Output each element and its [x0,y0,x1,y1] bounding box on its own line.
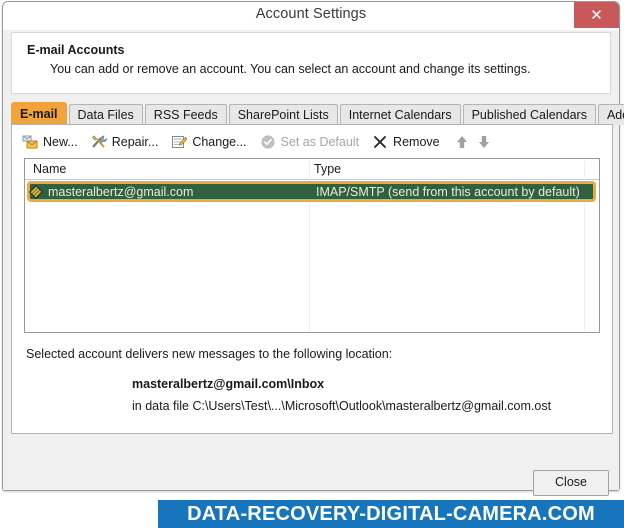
remove-account-label: Remove [393,134,440,149]
tab-internet-calendars[interactable]: Internet Calendars [339,104,461,125]
tab-rss-feeds[interactable]: RSS Feeds [144,104,227,125]
tab-sharepoint-lists[interactable]: SharePoint Lists [228,104,338,125]
column-header-type[interactable]: Type [314,162,341,176]
change-account-button[interactable]: Change... [171,134,247,150]
remove-account-button[interactable]: Remove [372,134,440,150]
header-title: E-mail Accounts [27,43,125,57]
check-circle-icon [260,134,276,150]
tab-data-files[interactable]: Data Files [68,104,143,125]
account-diamond-icon [28,184,44,199]
column-header-divider[interactable] [584,161,585,177]
account-type-cell: IMAP/SMTP (send from this account by def… [316,184,580,199]
close-button[interactable]: Close [533,470,609,496]
list-header-row: Name Type [25,159,599,180]
tab-address-books[interactable]: Address Books [597,104,624,125]
tab-published-calendars[interactable]: Published Calendars [462,104,596,125]
change-account-label: Change... [192,134,247,149]
delivery-location-path: masteralbertz@gmail.com\Inbox [132,377,325,391]
change-settings-icon [171,134,188,150]
repair-account-label: Repair... [111,134,159,149]
repair-tools-icon [91,134,107,150]
delivery-location-label: Selected account delivers new messages t… [26,347,393,361]
arrow-up-icon [456,135,467,148]
delivery-data-file: in data file C:\Users\Test\...\Microsoft… [132,399,552,413]
accounts-toolbar: New... Repair... Change... Set as Defaul… [12,125,612,158]
new-mail-icon [22,134,38,150]
window-title: Account Settings [255,6,367,22]
set-as-default-button: Set as Default [260,134,360,150]
move-down-button[interactable] [475,132,493,152]
close-x-icon [372,134,388,150]
account-settings-dialog: Account Settings ✕ E-mail Accounts You c… [2,1,624,496]
tab-strip: E-mail Data Files RSS Feeds SharePoint L… [11,102,624,125]
title-bar: Account Settings ✕ [3,2,619,30]
watermark-banner: DATA-RECOVERY-DIGITAL-CAMERA.COM [158,500,624,528]
move-up-button[interactable] [453,132,471,152]
table-row[interactable]: masteralbertz@gmail.com IMAP/SMTP (send … [27,181,596,202]
set-as-default-label: Set as Default [280,134,360,149]
accounts-list[interactable]: Name Type masteralbertz@gmail.com IMAP/S… [24,158,600,333]
window-close-icon[interactable]: ✕ [574,2,619,28]
arrow-down-icon [478,135,489,148]
column-header-name[interactable]: Name [33,162,66,176]
account-name-cell: masteralbertz@gmail.com [48,184,194,199]
tab-panel-email: New... Repair... Change... Set as Defaul… [11,124,613,434]
column-header-divider[interactable] [309,161,310,177]
repair-account-button[interactable]: Repair... [91,134,159,150]
tab-email[interactable]: E-mail [11,102,67,125]
header-panel: E-mail Accounts You can add or remove an… [11,32,611,94]
new-account-label: New... [43,134,78,149]
dialog-footer: Close [3,435,619,496]
header-description: You can add or remove an account. You ca… [50,62,531,76]
new-account-button[interactable]: New... [22,134,78,150]
